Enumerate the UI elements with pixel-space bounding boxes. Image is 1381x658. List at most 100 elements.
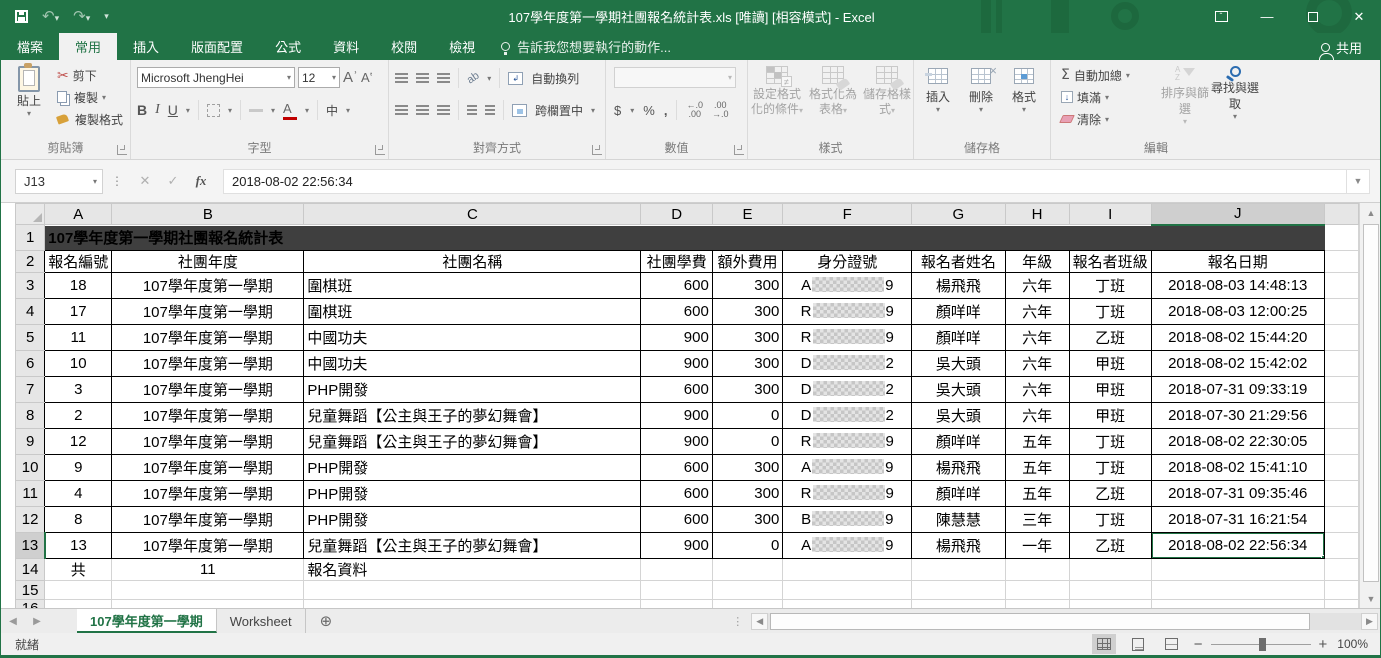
increase-indent-icon[interactable] [485,105,495,116]
cell-B5[interactable]: 107學年度第一學期 [112,325,304,351]
cell-styles-button[interactable]: 儲存格樣式▾ [860,66,914,117]
vertical-scroll-thumb[interactable] [1363,224,1379,582]
paste-button[interactable]: 貼上 ▾ [9,66,49,142]
ribbon-tab-review[interactable]: 校閱 [375,33,433,60]
cell-C12[interactable]: PHP開發 [304,507,641,533]
row-header-4[interactable]: 4 [16,299,45,325]
column-header-G[interactable]: G [912,204,1005,225]
cell-B10[interactable]: 107學年度第一學期 [112,455,304,481]
fill-handle[interactable] [1321,555,1325,559]
cell-F14[interactable] [783,559,912,581]
ribbon-display-options-icon[interactable]: ˆ [1198,0,1244,33]
cell-A16[interactable] [45,600,112,609]
cell-E6[interactable]: 300 [712,351,783,377]
cell-J14[interactable] [1151,559,1324,581]
font-name-combo[interactable]: Microsoft JhengHei▾ [137,67,295,88]
cell-J10[interactable]: 2018-08-02 15:41:10 [1151,455,1324,481]
cell-H10[interactable]: 五年 [1005,455,1069,481]
cut-button[interactable]: ✂剪下 [53,64,127,86]
dialog-launcher-icon[interactable] [375,145,385,155]
cell-A13[interactable]: 13 [45,533,112,559]
cell-D5[interactable]: 900 [641,325,712,351]
cell-H16[interactable] [1005,600,1069,609]
cell-C9[interactable]: 兒童舞蹈【公主與王子的夢幻舞會】 [304,429,641,455]
cell-A3[interactable]: 18 [45,273,112,299]
cell-A5[interactable]: 11 [45,325,112,351]
cell-A7[interactable]: 3 [45,377,112,403]
cell-J9[interactable]: 2018-08-02 22:30:05 [1151,429,1324,455]
cell-E9[interactable]: 0 [712,429,783,455]
select-all-corner[interactable] [16,204,45,225]
cell-I7[interactable]: 甲班 [1069,377,1151,403]
ribbon-tab-data[interactable]: 資料 [317,33,375,60]
cell-F4[interactable]: R9 [783,299,912,325]
insert-button[interactable]: 插入 ▾ [918,68,958,114]
cell-B14[interactable]: 11 [112,559,304,581]
cell-B9[interactable]: 107學年度第一學期 [112,429,304,455]
scroll-down-icon[interactable]: ▼ [1360,589,1381,608]
column-header-C[interactable]: C [304,204,641,225]
row-header-16[interactable]: 16 [16,600,45,609]
cell-E10[interactable]: 300 [712,455,783,481]
column-header-E[interactable]: E [712,204,783,225]
format-button[interactable]: 格式 ▾ [1004,68,1044,114]
cell-F12[interactable]: B9 [783,507,912,533]
cell-E11[interactable]: 300 [712,481,783,507]
cell-H11[interactable]: 五年 [1005,481,1069,507]
cell-H8[interactable]: 六年 [1005,403,1069,429]
cell-I5[interactable]: 乙班 [1069,325,1151,351]
cell-I10[interactable]: 丁班 [1069,455,1151,481]
cell-H12[interactable]: 三年 [1005,507,1069,533]
bottom-align-icon[interactable] [437,73,450,84]
bold-button[interactable]: B [137,102,147,118]
cell-G10[interactable]: 楊飛飛 [912,455,1005,481]
name-box[interactable]: J13▾ [15,169,103,194]
cell-F6[interactable]: D2 [783,351,912,377]
conditional-formatting-button[interactable]: ≠ 設定格式化的條件▾ [750,66,804,117]
cell-C16[interactable] [304,600,641,609]
ribbon-tab-formulas[interactable]: 公式 [259,33,317,60]
sheet-nav-left-icon[interactable]: ◀ [1,609,25,633]
cell-I6[interactable]: 甲班 [1069,351,1151,377]
row-header-14[interactable]: 14 [16,559,45,581]
row-header-10[interactable]: 10 [16,455,45,481]
formula-bar-expand-icon[interactable]: ▼ [1346,169,1370,194]
row-header-7[interactable]: 7 [16,377,45,403]
cell-B4[interactable]: 107學年度第一學期 [112,299,304,325]
borders-icon[interactable] [207,104,220,117]
cell-A6[interactable]: 10 [45,351,112,377]
cell-J16[interactable] [1151,600,1324,609]
cell-A9[interactable]: 12 [45,429,112,455]
decrease-decimal-icon[interactable]: .00→.0 [712,101,729,119]
cell-D11[interactable]: 600 [641,481,712,507]
page-layout-view-icon[interactable] [1126,634,1150,654]
cell-B3[interactable]: 107學年度第一學期 [112,273,304,299]
increase-decimal-icon[interactable]: ←.0.00 [686,101,703,119]
cell-C14[interactable]: 報名資料 [304,559,641,581]
cell-C8[interactable]: 兒童舞蹈【公主與王子的夢幻舞會】 [304,403,641,429]
horizontal-scrollbar[interactable]: ◀ ▶ [751,609,1378,633]
format-as-table-button[interactable]: 格式化為表格▾ [806,66,860,117]
row-header-13[interactable]: 13 [16,533,45,559]
cell-J5[interactable]: 2018-08-02 15:44:20 [1151,325,1324,351]
cell-H15[interactable] [1005,581,1069,600]
cell-H3[interactable]: 六年 [1005,273,1069,299]
column-header-F[interactable]: F [783,204,912,225]
cell-A8[interactable]: 2 [45,403,112,429]
horizontal-scroll-thumb[interactable] [770,613,1309,630]
sheet-tab-active[interactable]: 107學年度第一學期 [77,609,217,633]
row-header-2[interactable]: 2 [16,251,45,273]
tell-me-box[interactable]: 告訴我您想要執行的動作... [501,33,671,60]
zoom-in-icon[interactable]: + [1319,636,1328,653]
fill-button[interactable]: ↓填滿▾ [1057,86,1134,108]
cell-I16[interactable] [1069,600,1151,609]
cell-D7[interactable]: 600 [641,377,712,403]
cell-I8[interactable]: 甲班 [1069,403,1151,429]
cell-G15[interactable] [912,581,1005,600]
cell-G11[interactable]: 顏咩咩 [912,481,1005,507]
cell-G12[interactable]: 陳慧慧 [912,507,1005,533]
cell-J3[interactable]: 2018-08-03 14:48:13 [1151,273,1324,299]
header-cell-B2[interactable]: 社團年度 [112,251,304,273]
copy-button[interactable]: 複製 ▾ [53,86,127,108]
cell-E13[interactable]: 0 [712,533,783,559]
